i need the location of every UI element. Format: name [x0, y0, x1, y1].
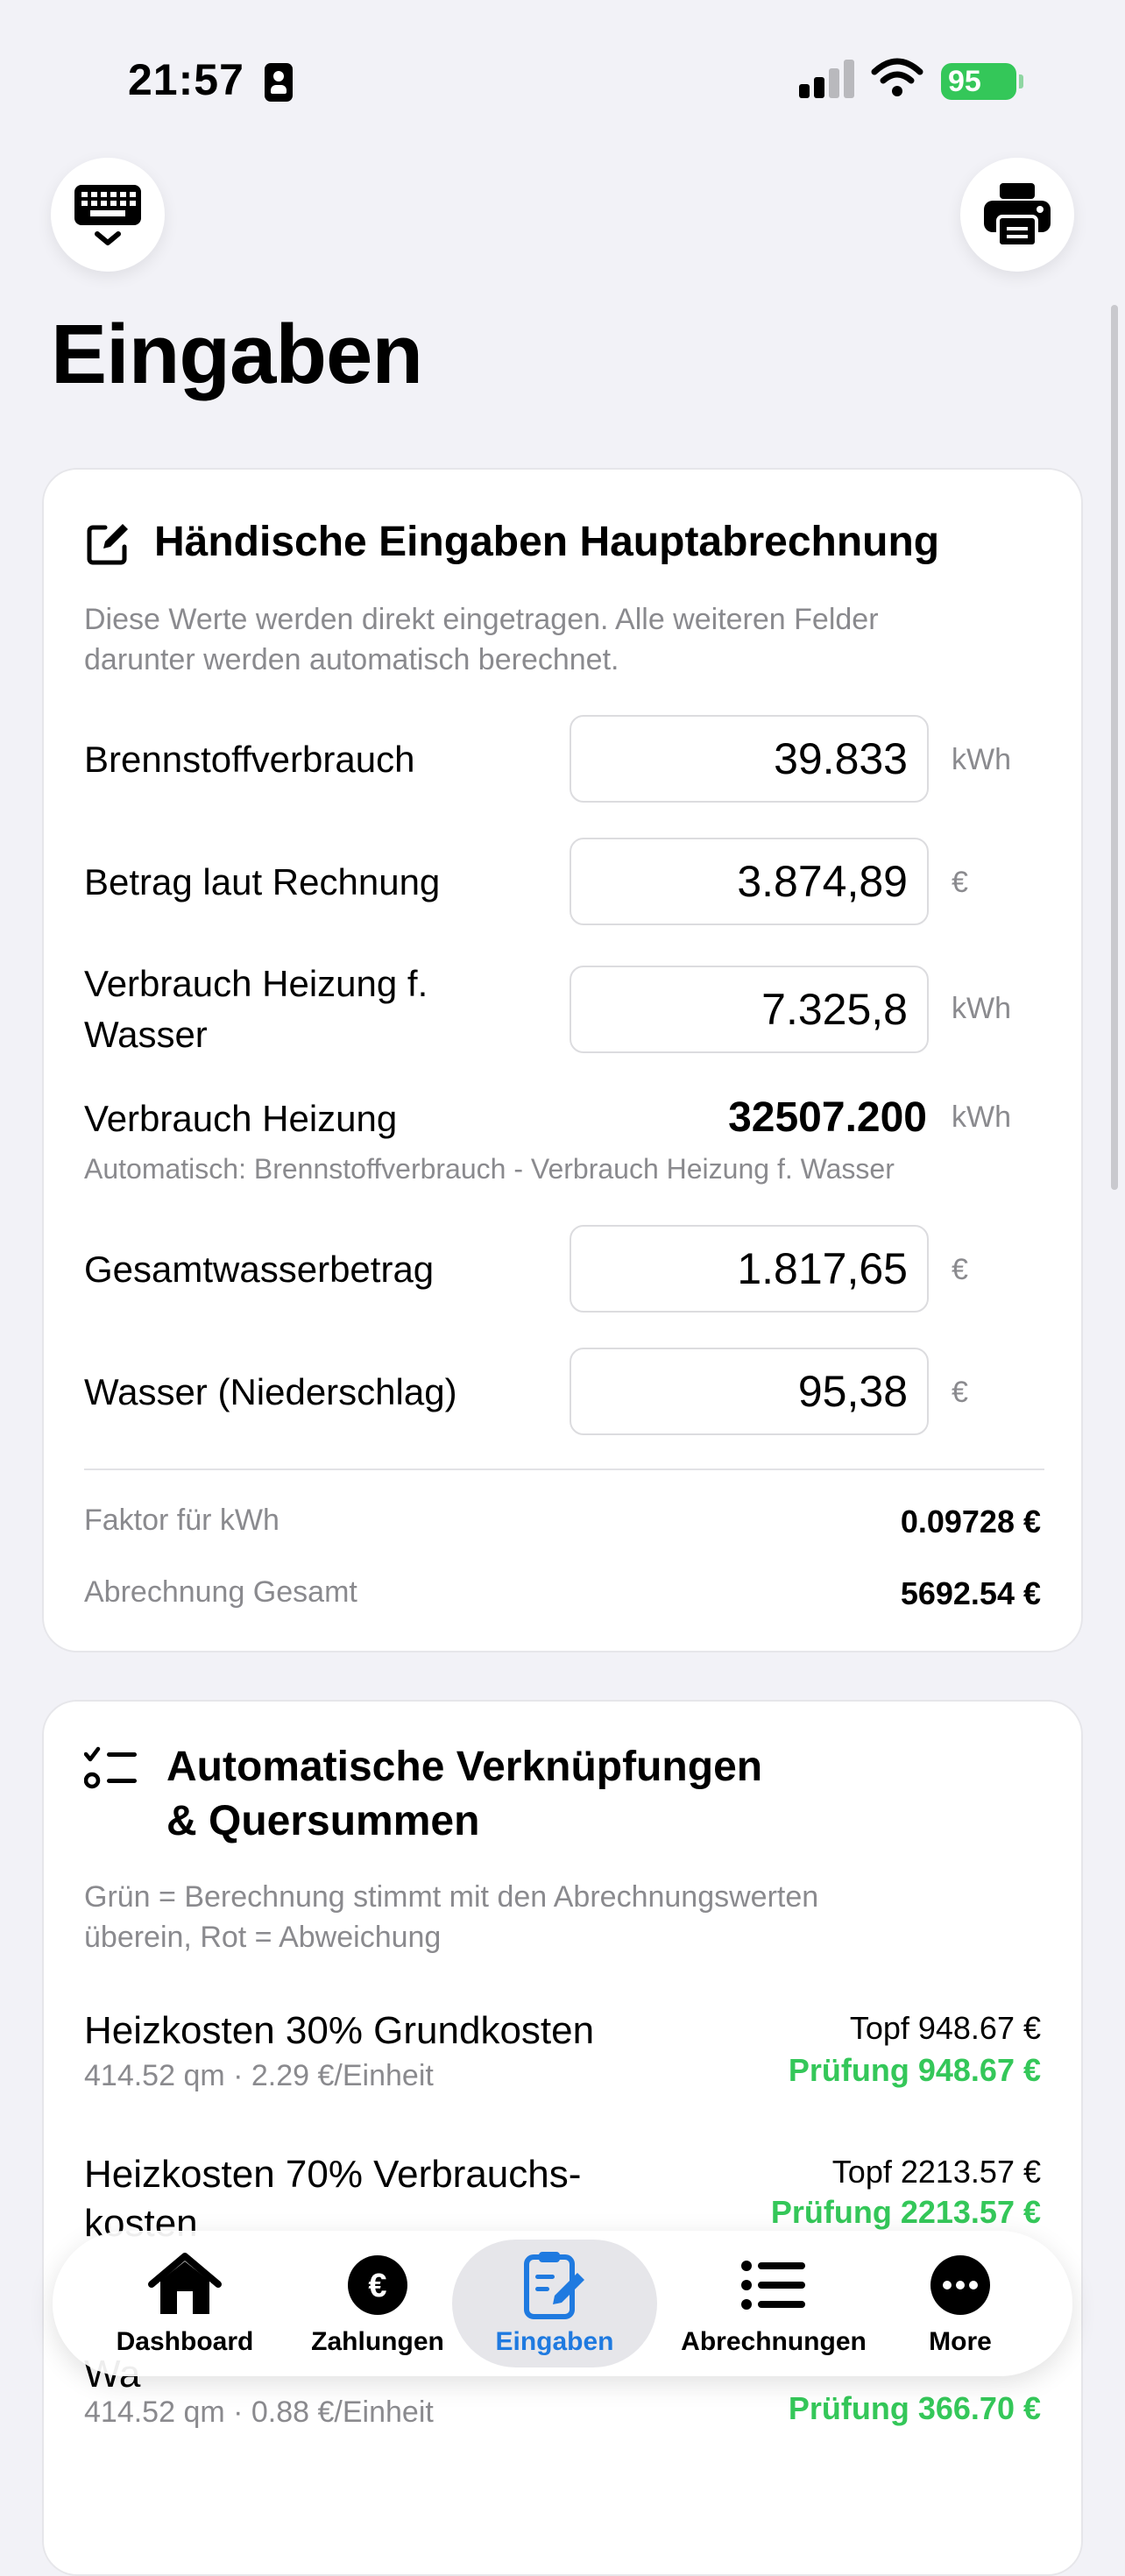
- total-water-amount-input[interactable]: 1.817,65: [570, 1225, 929, 1313]
- auto-links-header: Automatische Verknüpfungen & Quersummen: [84, 1740, 762, 1849]
- rainwater-unit: €: [952, 1376, 968, 1409]
- heating-consumption-label: Verbrauch Heizung: [84, 1098, 398, 1139]
- link-item-check: Prüfung 2213.57 €: [770, 2194, 1041, 2230]
- auto-links-title: Automatische Verknüpfungen & Quersummen: [166, 1740, 762, 1849]
- tab-inputs[interactable]: Eingaben: [452, 2231, 657, 2376]
- list-icon: [741, 2261, 805, 2310]
- manual-inputs-header: Händische Eingaben Hauptabrechnung: [84, 515, 939, 570]
- printer-icon: [984, 183, 1051, 248]
- link-item-pot: Topf 948.67 €: [849, 2010, 1041, 2046]
- total-water-amount-unit: €: [952, 1253, 968, 1286]
- water-heating-consumption-unit: kWh: [952, 992, 1011, 1025]
- description-line: Diese Werte werden direkt eingetragen. A…: [84, 603, 879, 636]
- tab-more[interactable]: More: [890, 2231, 1030, 2376]
- water-heating-consumption-label: Verbrauch Heizung f. Wasser: [84, 959, 428, 1060]
- page-title: Eingaben: [51, 308, 423, 401]
- contact-card-icon: [265, 63, 293, 102]
- link-item-pot: Topf 2213.57 €: [831, 2154, 1041, 2190]
- tab-label: Dashboard: [116, 2327, 254, 2356]
- heating-consumption-unit: kWh: [952, 1100, 1011, 1134]
- manual-inputs-card: Händische Eingaben Hauptabrechnung Diese…: [42, 468, 1083, 1652]
- invoice-amount-label: Betrag laut Rechnung: [84, 861, 441, 902]
- description-line: darunter werden automatisch berechnet.: [84, 643, 619, 676]
- fuel-consumption-label: Brennstoffverbrauch: [84, 739, 415, 780]
- label-line: Verbrauch Heizung f.: [84, 963, 428, 1004]
- battery-icon: 95: [941, 63, 1023, 100]
- euro-circle-icon: €: [348, 2255, 407, 2315]
- tab-label: More: [929, 2327, 992, 2356]
- total-billing-value: 5692.54 €: [900, 1575, 1041, 1611]
- print-button[interactable]: [960, 158, 1074, 272]
- tab-bar: Dashboard € Zahlungen Eingaben Abrechnun…: [53, 2231, 1072, 2376]
- kwh-factor-value: 0.09728 €: [900, 1504, 1041, 1539]
- water-heating-consumption-input[interactable]: 7.325,8: [570, 966, 929, 1053]
- invoice-amount-input[interactable]: 3.874,89: [570, 838, 929, 925]
- tab-label: Eingaben: [495, 2327, 614, 2356]
- title-line: & Quersummen: [166, 1798, 480, 1844]
- tab-label: Abrechnungen: [681, 2327, 867, 2356]
- invoice-amount-unit: €: [952, 866, 968, 899]
- tab-payments[interactable]: € Zahlungen: [294, 2231, 461, 2376]
- link-item-title: Heizkosten 30% Grundkosten: [84, 2009, 595, 2052]
- total-billing-label: Abrechnung Gesamt: [84, 1575, 357, 1609]
- title-line: Heizkosten 70% Verbrauchs-: [84, 2153, 582, 2196]
- rainwater-label: Wasser (Niederschlag): [84, 1371, 457, 1412]
- edit-square-icon: [87, 524, 128, 565]
- heating-consumption-note: Automatisch: Brennstoffverbrauch - Verbr…: [84, 1153, 895, 1185]
- status-time: 21:57: [128, 55, 244, 104]
- cellular-signal-icon: [799, 60, 855, 98]
- scroll-indicator[interactable]: [1111, 305, 1118, 1190]
- tab-dashboard[interactable]: Dashboard: [93, 2231, 277, 2376]
- auto-links-card: Automatische Verknüpfungen & Quersummen …: [42, 1700, 1083, 2576]
- clipboard-edit-icon: [524, 2252, 584, 2319]
- label-line: Wasser: [84, 1014, 208, 1055]
- link-item-check: Prüfung 948.67 €: [788, 2052, 1041, 2088]
- rainwater-input[interactable]: 95,38: [570, 1348, 929, 1435]
- svg-text:€: €: [368, 2268, 386, 2304]
- checklist-icon: [84, 1746, 137, 1789]
- description-line: überein, Rot = Abweichung: [84, 1921, 442, 1954]
- tab-label: Zahlungen: [311, 2327, 444, 2356]
- manual-inputs-description: Diese Werte werden direkt eingetragen. A…: [84, 599, 1048, 680]
- more-circle-icon: [930, 2255, 990, 2315]
- keyboard-dismiss-icon: [74, 185, 141, 245]
- keyboard-dismiss-button[interactable]: [51, 158, 165, 272]
- title-line: Automatische Verknüpfungen: [166, 1744, 763, 1790]
- kwh-factor-label: Faktor für kWh: [84, 1504, 279, 1537]
- fuel-consumption-unit: kWh: [952, 743, 1011, 776]
- description-line: Grün = Berechnung stimmt mit den Abrechn…: [84, 1880, 819, 1914]
- wifi-icon: [871, 58, 923, 96]
- link-item-check: Prüfung 366.70 €: [788, 2390, 1041, 2426]
- house-icon: [148, 2253, 222, 2314]
- tab-settlements[interactable]: Abrechnungen: [666, 2231, 881, 2376]
- heating-consumption-value: 32507.200: [728, 1094, 927, 1141]
- divider: [84, 1468, 1044, 1470]
- link-item-subtitle: 414.52 qm · 2.29 €/Einheit: [84, 2059, 434, 2092]
- manual-inputs-title: Händische Eingaben Hauptabrechnung: [154, 519, 940, 565]
- total-water-amount-label: Gesamtwasserbetrag: [84, 1249, 435, 1290]
- auto-links-description: Grün = Berechnung stimmt mit den Abrechn…: [84, 1877, 1048, 1957]
- fuel-consumption-input[interactable]: 39.833: [570, 715, 929, 803]
- battery-level: 95: [948, 65, 981, 98]
- link-item-subtitle: 414.52 qm · 0.88 €/Einheit: [84, 2396, 434, 2429]
